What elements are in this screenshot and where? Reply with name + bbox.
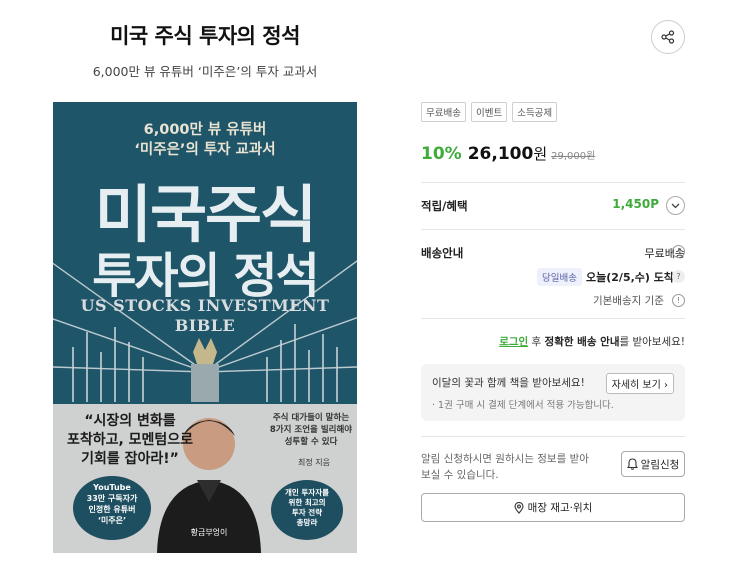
- cover-badge-strategy-2: 위한 최고의: [288, 498, 326, 507]
- points-value: 1,450P: [612, 197, 659, 211]
- login-notice-tail: 를 받아보세요!: [619, 336, 685, 348]
- cover-quote-3: 기회를 잡아라!”: [81, 451, 179, 467]
- store-stock-button[interactable]: 매장 재고·위치: [421, 493, 685, 522]
- product-title: 미국 주식 투자의 정석: [110, 24, 300, 48]
- info-icon[interactable]: !: [672, 294, 685, 307]
- store-stock-label: 매장 재고·위치: [527, 502, 593, 514]
- cover-english-title-2: BIBLE: [174, 316, 236, 335]
- product-tags: 무료배송 이벤트 소득공제: [421, 102, 558, 122]
- login-notice-middle: 후: [528, 336, 545, 348]
- cover-badge-youtube: YouTube 33만 구독자가 인정한 유튜버 ‘미주은’: [73, 476, 151, 540]
- cover-badge-strategy: 개인 투자자를 위한 최고의 투자 전략 총망라: [271, 480, 343, 540]
- discount-rate: 10%: [421, 144, 462, 164]
- original-price: 29,000원: [551, 151, 596, 162]
- gift-note: · 1권 구매 시 결제 단계에서 적용 가능합니다.: [432, 400, 614, 411]
- cover-side-2: 8가지 조언을 빌리해야: [269, 425, 353, 435]
- tag-event: 이벤트: [470, 102, 508, 122]
- divider: [421, 229, 685, 230]
- tag-free-shipping: 무료배송: [421, 102, 466, 122]
- share-icon: [661, 30, 675, 44]
- cover-badge-youtube-4: ‘미주은’: [97, 516, 127, 525]
- notify-button[interactable]: 알림신청: [621, 451, 685, 477]
- notify-button-label: 알림신청: [640, 458, 680, 471]
- cover-badge-strategy-3: 투자 전략: [291, 508, 323, 517]
- cover-side-1: 주식 대가들이 말하는: [272, 413, 350, 423]
- divider: [421, 318, 685, 319]
- chevron-down-icon: [671, 203, 680, 208]
- default-address-basis: 기본배송지 기준: [593, 295, 664, 307]
- points-expand-button[interactable]: [666, 196, 685, 215]
- cover-quote: “시장의 변화를 포착하고, 모멘텀으로 기회를 잡아라!”: [65, 412, 195, 469]
- cover-badge-youtube-2: 33만 구독자가: [86, 494, 138, 503]
- gift-detail-button[interactable]: 자세히 보기 ›: [605, 373, 674, 394]
- sale-price-unit: 원: [533, 145, 548, 163]
- cover-side-3: 성투할 수 있다: [284, 437, 338, 447]
- cover-badge-youtube-3: 인정한 유튜버: [88, 505, 136, 514]
- bell-icon: [626, 458, 638, 470]
- same-day-badge: 당일배송: [537, 268, 582, 286]
- price-row: 10% 26,100 원 29,000원: [421, 143, 595, 164]
- cover-tagline: 6,000만 뷰 유튜버 ‘미주은’의 투자 교과서: [53, 120, 357, 160]
- cover-badge-youtube-1: YouTube: [93, 483, 131, 492]
- divider: [421, 436, 685, 437]
- share-button[interactable]: [651, 20, 685, 54]
- shipping-label: 배송안내: [421, 246, 464, 260]
- cover-quote-1: “시장의 변화를: [84, 413, 176, 429]
- login-notice-bold: 정확한 배송 안내: [544, 336, 620, 348]
- gift-message: 이달의 꽃과 함께 책을 받아보세요!: [432, 377, 585, 389]
- cover-tagline-2: ‘미주은’의 투자 교과서: [134, 142, 276, 158]
- points-label: 적립/혜택: [421, 199, 468, 213]
- book-cover-image[interactable]: 6,000만 뷰 유튜버 ‘미주은’의 투자 교과서 미국주식 투자의 정석 U…: [53, 102, 357, 553]
- location-pin-icon: [514, 501, 524, 514]
- cover-publisher: 황금부엉이: [190, 528, 228, 537]
- gift-banner: 이달의 꽃과 함께 책을 받아보세요! · 1권 구매 시 결제 단계에서 적용…: [421, 364, 685, 421]
- notify-description: 알림 신청하시면 원하시는 정보를 받아 보실 수 있습니다.: [421, 453, 589, 481]
- help-icon[interactable]: ?: [672, 270, 685, 283]
- cover-author: 최정 지음: [298, 458, 330, 467]
- gift-detail-label: 자세히 보기: [611, 380, 661, 391]
- cover-side-text: 주식 대가들이 말하는 8가지 조언을 빌리해야 성투할 수 있다: [269, 412, 353, 448]
- tag-tax-deduction: 소득공제: [512, 102, 558, 122]
- cover-english-title-1: US STOCKS INVESTMENT: [80, 296, 330, 315]
- cover-badge-strategy-4: 총망라: [296, 518, 318, 527]
- divider: [421, 182, 685, 183]
- cover-badge-strategy-1: 개인 투자자를: [284, 488, 329, 497]
- sale-price: 26,100: [467, 144, 534, 164]
- login-notice: 로그인 후 정확한 배송 안내를 받아보세요!: [421, 334, 685, 349]
- login-link[interactable]: 로그인: [499, 336, 528, 348]
- chevron-right-icon: ›: [664, 380, 668, 391]
- product-subtitle: 6,000만 뷰 유튜버 ‘미주은’의 투자 교과서: [92, 64, 318, 79]
- cover-quote-2: 포착하고, 모멘텀으로: [66, 432, 194, 448]
- info-icon[interactable]: !: [672, 245, 685, 258]
- cover-tagline-1: 6,000만 뷰 유튜버: [143, 122, 267, 138]
- arrival-date: 오늘(2/5,수) 도착: [586, 271, 674, 284]
